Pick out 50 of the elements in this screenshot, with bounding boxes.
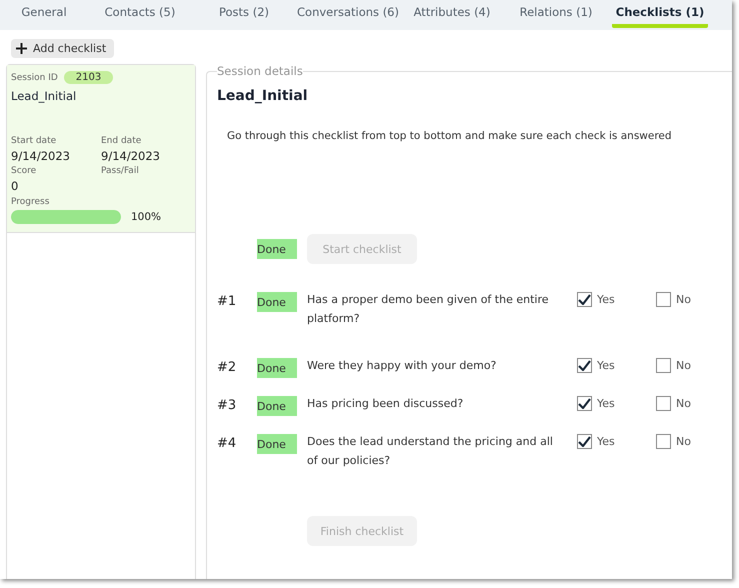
checkbox[interactable]: Yes: [577, 356, 656, 373]
field-value: 9/14/2023: [101, 149, 161, 163]
progress-percent: 100%: [131, 211, 162, 223]
checkbox[interactable]: No: [656, 394, 716, 411]
checkbox[interactable]: Yes: [577, 290, 656, 307]
tab[interactable]: Posts (2): [219, 5, 269, 28]
session-card[interactable]: Session ID 2103 Lead_Initial Start date 9/14/2023 End date 9/14/2023 Score 0 Pass/Fail Progress 100%: [7, 65, 195, 233]
question-number: #4: [217, 435, 238, 451]
checkbox[interactable]: No: [656, 290, 716, 307]
tab[interactable]: Attributes (4): [414, 5, 490, 28]
tab[interactable]: Checklists (1): [612, 5, 708, 28]
status-label: Done: [257, 434, 297, 454]
status-label: Done: [257, 396, 297, 416]
question-text: Does the lead understand the pricing and all of our policies?: [307, 434, 554, 469]
checkmark-icon: [578, 360, 591, 371]
instructions-text: Go through this checklist from top to bottom and make sure each check is answered: [227, 130, 673, 142]
add-checklist-button[interactable]: Add checklist: [11, 39, 114, 58]
checkbox[interactable]: Yes: [577, 394, 656, 411]
field-label: Progress: [11, 197, 50, 207]
question-number: #2: [217, 359, 238, 375]
field-value: 0: [11, 179, 20, 193]
field-label: Start date: [11, 136, 58, 146]
status-label: Done: [257, 239, 297, 259]
checkbox[interactable]: Yes: [577, 432, 656, 449]
field-value: 9/14/2023: [11, 149, 71, 163]
tab[interactable]: Contacts (5): [104, 5, 176, 28]
question-number: #3: [217, 397, 238, 413]
checkmark-icon: [578, 294, 591, 305]
question-text: Has pricing been discussed?: [307, 396, 464, 412]
checkbox[interactable]: No: [656, 432, 716, 449]
question-text: Has a proper demo been given of the entire platform?: [307, 292, 550, 327]
checkbox[interactable]: No: [656, 356, 716, 373]
checkmark-icon: [578, 436, 591, 447]
field-label: End date: [101, 136, 142, 146]
tab[interactable]: Relations (1): [520, 5, 592, 28]
panel-legend: Session details: [217, 64, 303, 78]
field-label: Pass/Fail: [101, 166, 140, 176]
question-number: #1: [217, 293, 238, 309]
field-label: Score: [11, 166, 38, 176]
checkmark-icon: [578, 398, 591, 409]
plus-icon: [16, 43, 27, 54]
status-label: Done: [257, 358, 297, 378]
tab[interactable]: General: [21, 5, 67, 28]
session-name: Lead_Initial: [11, 89, 78, 103]
field-label: Session ID: [11, 72, 58, 82]
tab[interactable]: Conversations (6): [297, 5, 399, 28]
status-label: Done: [257, 292, 297, 312]
session-id-badge: 2103: [64, 71, 114, 84]
question-text: Were they happy with your demo?: [307, 358, 498, 374]
checklist-title: Lead_Initial: [217, 88, 309, 104]
